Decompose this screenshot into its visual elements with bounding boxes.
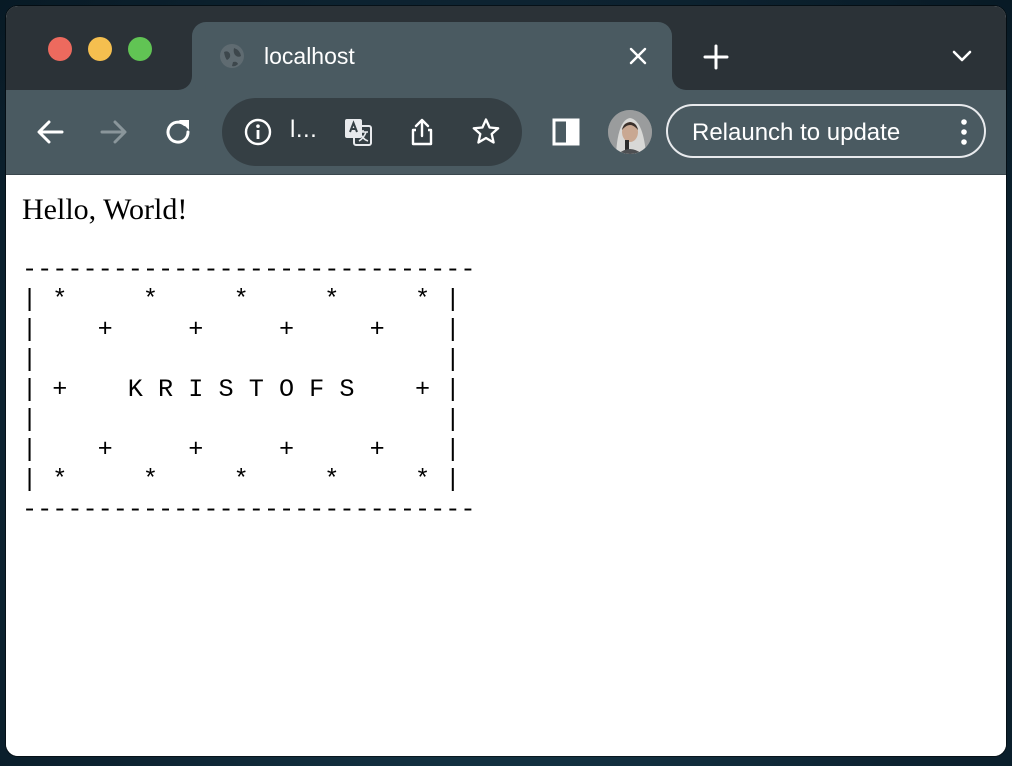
side-panel-icon[interactable] [550,116,582,148]
ascii-banner: ------------------------------ | * * * *… [22,255,475,525]
globe-icon [220,44,244,68]
banner-line: | | [22,345,461,374]
banner-line: | + + + + | [22,435,461,464]
tab-strip: localhost [6,6,1006,90]
bookmark-star-icon[interactable] [470,116,502,148]
banner-line: ------------------------------ [22,495,476,524]
page-content: Hello, World! --------------------------… [6,175,1006,756]
more-options-icon[interactable] [960,118,968,146]
toolbar: l... Relaunch to update [6,90,1006,175]
close-window-button[interactable] [48,37,72,61]
banner-line: | * * * * * | [22,465,461,494]
relaunch-label: Relaunch to update [692,119,901,146]
back-arrow-icon[interactable] [34,116,66,148]
translate-icon[interactable] [342,116,374,148]
tab-title: localhost [264,43,355,69]
banner-line: | + + + + | [22,315,461,344]
banner-line: | + K R I S T O F S + | [22,375,461,404]
address-bar[interactable]: l... [222,98,522,166]
chevron-down-icon[interactable] [950,46,974,66]
new-tab-icon[interactable] [702,43,730,71]
close-tab-icon[interactable] [626,44,650,68]
profile-photo [608,110,652,154]
url-text: l... [290,116,318,143]
browser-window: localhost l... Relaunch to update Hello,… [6,6,1006,756]
minimize-window-button[interactable] [88,37,112,61]
share-icon[interactable] [406,116,438,148]
banner-line: | | [22,405,461,434]
zoom-window-button[interactable] [128,37,152,61]
relaunch-to-update-button[interactable]: Relaunch to update [666,104,986,158]
info-icon[interactable] [242,116,274,148]
forward-arrow-icon[interactable] [98,116,130,148]
tab-localhost[interactable]: localhost [192,22,672,90]
profile-avatar[interactable] [608,110,652,154]
reload-icon[interactable] [162,116,194,148]
banner-line: ------------------------------ [22,255,476,284]
greeting-text: Hello, World! [22,193,188,226]
banner-line: | * * * * * | [22,285,461,314]
